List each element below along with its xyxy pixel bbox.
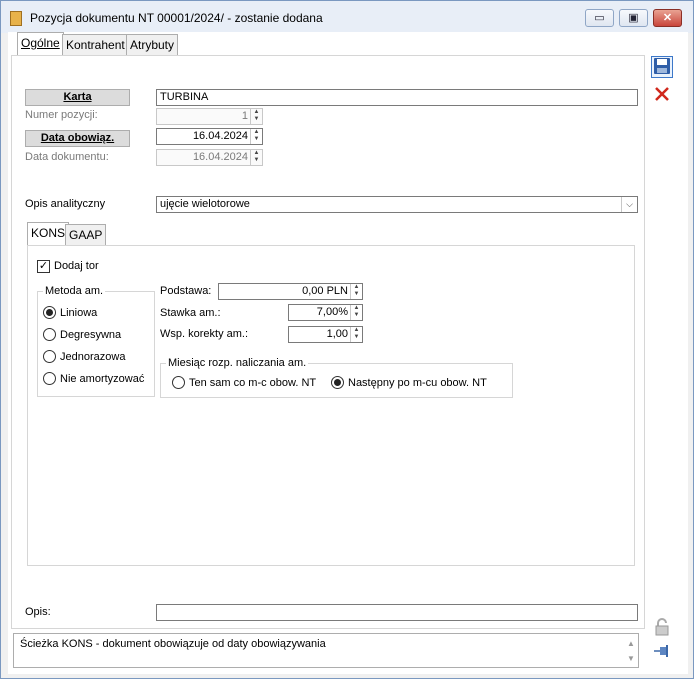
tab-atrybuty[interactable]: Atrybuty [126,34,179,56]
dialog-window: Pozycja dokumentu NT 00001/2024/ - zosta… [0,0,694,679]
wsp-value: 1,00 [326,328,348,340]
stawka-label: Stawka am.: [160,307,221,319]
wsp-label: Wsp. korekty am.: [160,328,249,340]
opis-analityczny-label: Opis analityczny [25,198,106,210]
lock-button[interactable] [651,617,673,639]
data-dokumentu-value: 16.04.2024 [192,151,248,163]
radio-nastepny[interactable] [331,376,344,389]
cancel-icon [655,87,669,101]
status-scrollbar[interactable]: ▲ ▼ [626,636,636,668]
stawka-spinner[interactable]: ▲ ▼ [350,305,362,320]
stawka-field[interactable]: 7,00% ▲ ▼ [288,304,363,321]
karta-button[interactable]: Karta [25,89,130,106]
tab-kontrahent[interactable]: Kontrahent [62,34,129,56]
radio-ten-sam-label: Ten sam co m-c obow. NT [189,377,317,389]
document-icon [10,11,22,26]
minimize-button[interactable]: ▭ [585,9,614,27]
pin-button[interactable] [651,644,673,666]
wsp-field[interactable]: 1,00 ▲ ▼ [288,326,363,343]
numer-pozycji-value: 1 [241,110,248,122]
data-dokumentu-field: 16.04.2024 ▲ ▼ [156,149,263,166]
radio-nie-amortyzowac[interactable] [43,372,56,385]
opis-label: Opis: [25,606,51,618]
close-button[interactable]: ✕ [653,9,682,27]
numer-pozycji-spinner: ▲ ▼ [250,109,262,124]
metoda-group-title: Metoda am. [43,285,106,297]
title-bar: Pozycja dokumentu NT 00001/2024/ - zosta… [1,1,693,33]
miesiac-group-title: Miesiąc rozp. naliczania am. [166,357,309,369]
opis-field[interactable] [156,604,638,621]
save-button[interactable] [651,56,673,78]
tab-ogolne[interactable]: Ogólne [17,32,64,56]
podstawa-spinner[interactable]: ▲ ▼ [350,284,362,299]
data-obowiaz-spinner[interactable]: ▲ ▼ [250,129,262,144]
data-obowiaz-button[interactable]: Data obowiąz. [25,130,130,147]
wsp-spinner[interactable]: ▲ ▼ [350,327,362,342]
numer-pozycji-field: 1 ▲ ▼ [156,108,263,125]
pin-icon [654,645,668,657]
data-obowiaz-value: 16.04.2024 [192,130,248,142]
radio-degresywna[interactable] [43,328,56,341]
tab-kons[interactable]: KONS [27,222,70,247]
radio-jednorazowa[interactable] [43,350,56,363]
numer-pozycji-label: Numer pozycji: [25,109,98,121]
radio-jednorazowa-label: Jednorazowa [60,351,126,363]
restore-button[interactable]: ▣ [619,9,648,27]
cancel-button[interactable] [651,85,673,107]
tab-kons-label: KONS [31,226,66,240]
lock-icon [655,618,669,636]
radio-liniowa-label: Liniowa [60,307,98,319]
data-obowiaz-field[interactable]: 16.04.2024 ▲ ▼ [156,128,263,145]
tab-gaap-label: GAAP [69,228,103,242]
radio-ten-sam[interactable] [172,376,185,389]
status-message: Ścieżka KONS - dokument obowiązuje od da… [13,633,639,668]
karta-field[interactable]: TURBINA [156,89,638,106]
tab-gaap[interactable]: GAAP [65,224,107,246]
podstawa-value: 0,00 PLN [302,285,348,297]
chevron-down-icon[interactable]: ⌵ [621,197,637,212]
tab-kontrahent-label: Kontrahent [66,38,125,52]
dodaj-tor-label: Dodaj tor [54,260,99,272]
radio-degresywna-label: Degresywna [60,329,122,341]
tab-atrybuty-label: Atrybuty [130,38,175,52]
radio-nie-amortyzowac-label: Nie amortyzować [60,373,145,385]
status-text: Ścieżka KONS - dokument obowiązuje od da… [20,638,326,650]
data-dokumentu-label: Data dokumentu: [25,151,109,163]
dodaj-tor-checkbox[interactable]: ✓ [37,260,50,273]
opis-analityczny-value: ujęcie wielotorowe [160,198,250,210]
client-area: Ogólne Kontrahent Atrybuty Karta TURBINA… [8,32,688,674]
tab-ogolne-label: Ogólne [21,36,60,50]
stawka-value: 7,00% [316,306,348,318]
window-title: Pozycja dokumentu NT 00001/2024/ - zosta… [30,11,323,25]
opis-analityczny-select[interactable]: ujęcie wielotorowe ⌵ [156,196,638,213]
radio-liniowa[interactable] [43,306,56,319]
data-dokumentu-spinner: ▲ ▼ [250,150,262,165]
podstawa-field[interactable]: 0,00 PLN ▲ ▼ [218,283,363,300]
podstawa-label: Podstawa: [160,285,212,297]
save-icon [654,58,670,74]
radio-nastepny-label: Następny po m-cu obow. NT [348,377,487,389]
